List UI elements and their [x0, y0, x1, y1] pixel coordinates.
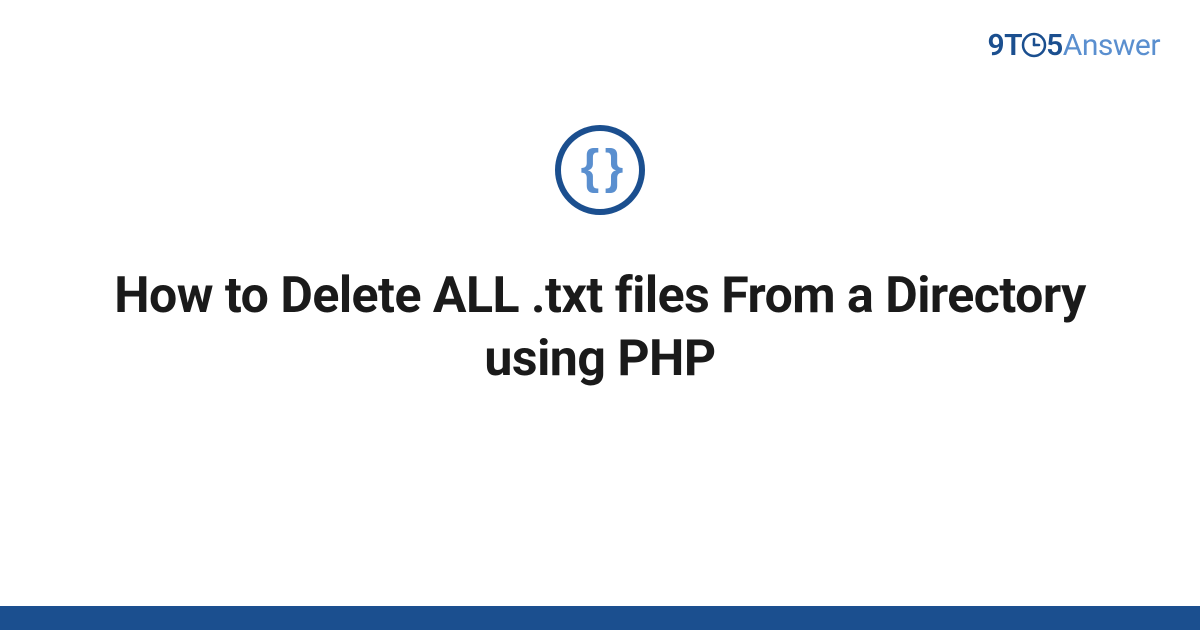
- logo-text-9t: 9T: [988, 28, 1023, 63]
- footer-bar: [0, 606, 1200, 630]
- page-title: How to Delete ALL .txt files From a Dire…: [75, 265, 1125, 390]
- site-logo: 9T 5Answer: [988, 28, 1160, 63]
- logo-text-answer: Answer: [1063, 28, 1160, 63]
- main-content: { } How to Delete ALL .txt files From a …: [0, 125, 1200, 390]
- clock-icon: [1021, 32, 1047, 58]
- code-braces-glyph: { }: [581, 144, 620, 192]
- logo-text-5: 5: [1046, 28, 1063, 63]
- code-braces-icon: { }: [555, 125, 645, 215]
